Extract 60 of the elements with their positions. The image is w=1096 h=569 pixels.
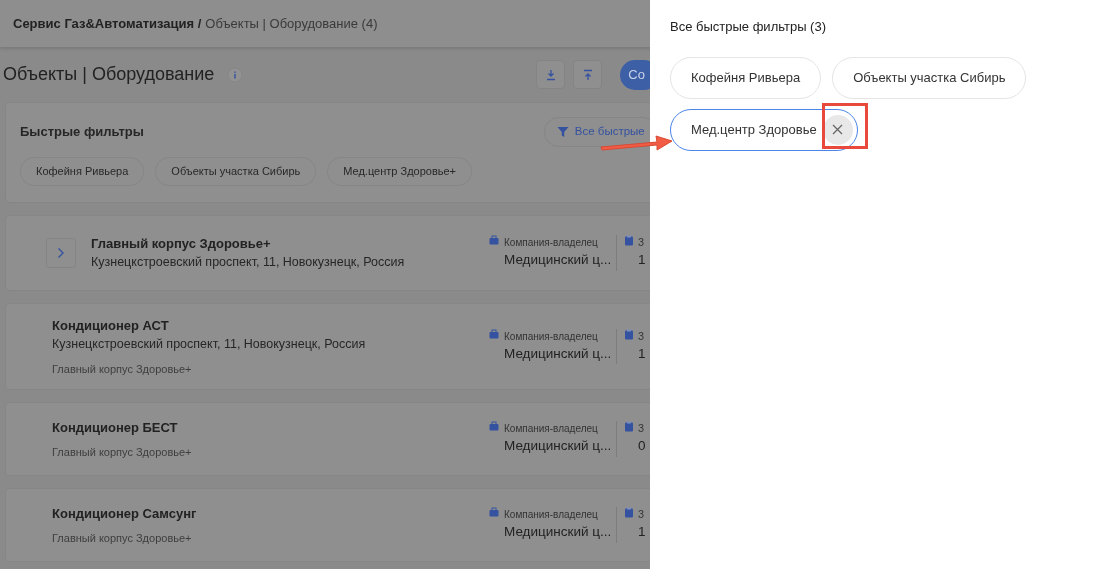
chevron-icon — [57, 247, 65, 259]
filter-chip[interactable]: Мед.центр Здоровье+ — [327, 157, 472, 186]
clipboard-icon — [624, 421, 634, 433]
list-row[interactable]: Кондиционер БЕСТ Главный корпус Здоровье+ Компания-владелец Медицинский ц... З 0 — [5, 402, 650, 476]
row-parent: Главный корпус Здоровье+ — [52, 531, 193, 546]
chip-label: Мед.центр Здоровье — [691, 120, 817, 139]
drawer-title: Все быстрые фильтры (3) — [670, 18, 827, 36]
list-row[interactable]: Главный корпус Здоровье+ Кузнецкстроевский проспект, 11, Новокузнецк, Россия Компания-владелец Медицинский ц... З 1 — [5, 215, 650, 291]
row-title: Кондиционер Самсунг — [52, 504, 197, 523]
clipboard-icon — [624, 328, 634, 340]
field-label: Компания-владелец — [504, 236, 599, 251]
highlight-frame — [822, 103, 868, 149]
field-value: 1 — [638, 251, 646, 270]
field-label: З — [638, 508, 646, 523]
briefcase-icon — [489, 507, 499, 519]
close-icon — [832, 124, 844, 135]
filter-chip[interactable]: Объекты участка Сибирь — [832, 56, 1027, 99]
field-label: З — [638, 329, 646, 344]
field-value: 1 — [638, 344, 646, 363]
list-row[interactable]: Кондиционер Самсунг Главный корпус Здоровье+ Компания-владелец Медицинский ц... З 1 — [5, 488, 650, 562]
row-address: Кузнецкстроевский проспект, 11, Новокузнецк, Россия — [52, 336, 366, 354]
field-label: Компания-владелец — [504, 508, 599, 523]
info-icon — [228, 67, 243, 82]
row-title: Кондиционер БЕСТ — [52, 418, 179, 437]
breadcrumb-current: Объекты | Оборудование (4) — [205, 14, 378, 33]
clipboard-icon — [624, 507, 634, 519]
row-parent: Главный корпус Здоровье+ — [52, 361, 193, 377]
briefcase-icon — [489, 328, 499, 340]
section-title: Быстрые фильтры — [20, 123, 144, 142]
filter-chip[interactable]: Кофейня Ривьера — [670, 56, 822, 99]
download-button[interactable] — [536, 60, 566, 89]
field-value: Медицинский ц... — [504, 344, 613, 363]
upload-icon — [581, 68, 594, 81]
download-icon — [544, 68, 557, 81]
field-label: Компания-владелец — [504, 422, 599, 437]
field-value: 0 — [638, 437, 646, 456]
briefcase-icon — [489, 235, 499, 247]
expand-button[interactable] — [46, 238, 76, 268]
clipboard-icon — [624, 235, 634, 247]
field-value: 1 — [638, 523, 646, 542]
filter-chip[interactable]: Мед.центр Здоровье — [670, 108, 858, 151]
create-button[interactable]: Со — [620, 59, 650, 90]
field-value: Медицинский ц... — [504, 523, 613, 542]
field-label: Компания-владелец — [504, 329, 599, 344]
row-title: Главный корпус Здоровье+ — [91, 234, 272, 253]
row-address: Кузнецкстроевский проспект, 11, Новокузнецк, Россия — [91, 254, 405, 272]
briefcase-icon — [489, 421, 499, 433]
field-value: Медицинский ц... — [504, 251, 613, 270]
breadcrumb-link[interactable]: Сервис Газ&Автоматизация / — [13, 13, 202, 34]
row-parent: Главный корпус Здоровье+ — [52, 445, 192, 460]
row-title: Кондиционер АСТ — [52, 316, 170, 335]
upload-button[interactable] — [573, 60, 603, 89]
filter-chip[interactable]: Кофейня Ривьера — [20, 157, 145, 186]
list-row[interactable]: Кондиционер АСТ Кузнецкстроевский проспект, 11, Новокузнецк, Россия Главный корпус Здоровье+ Компания-владелец Медицинский ц... З 1 — [5, 303, 650, 390]
field-label: З — [638, 422, 646, 437]
field-value: Медицинский ц... — [504, 437, 613, 456]
filter-icon — [556, 126, 569, 138]
page-title: Объекты | Оборудование — [3, 63, 215, 86]
field-label: З — [638, 236, 646, 251]
filter-chip[interactable]: Объекты участка Сибирь — [155, 157, 317, 186]
